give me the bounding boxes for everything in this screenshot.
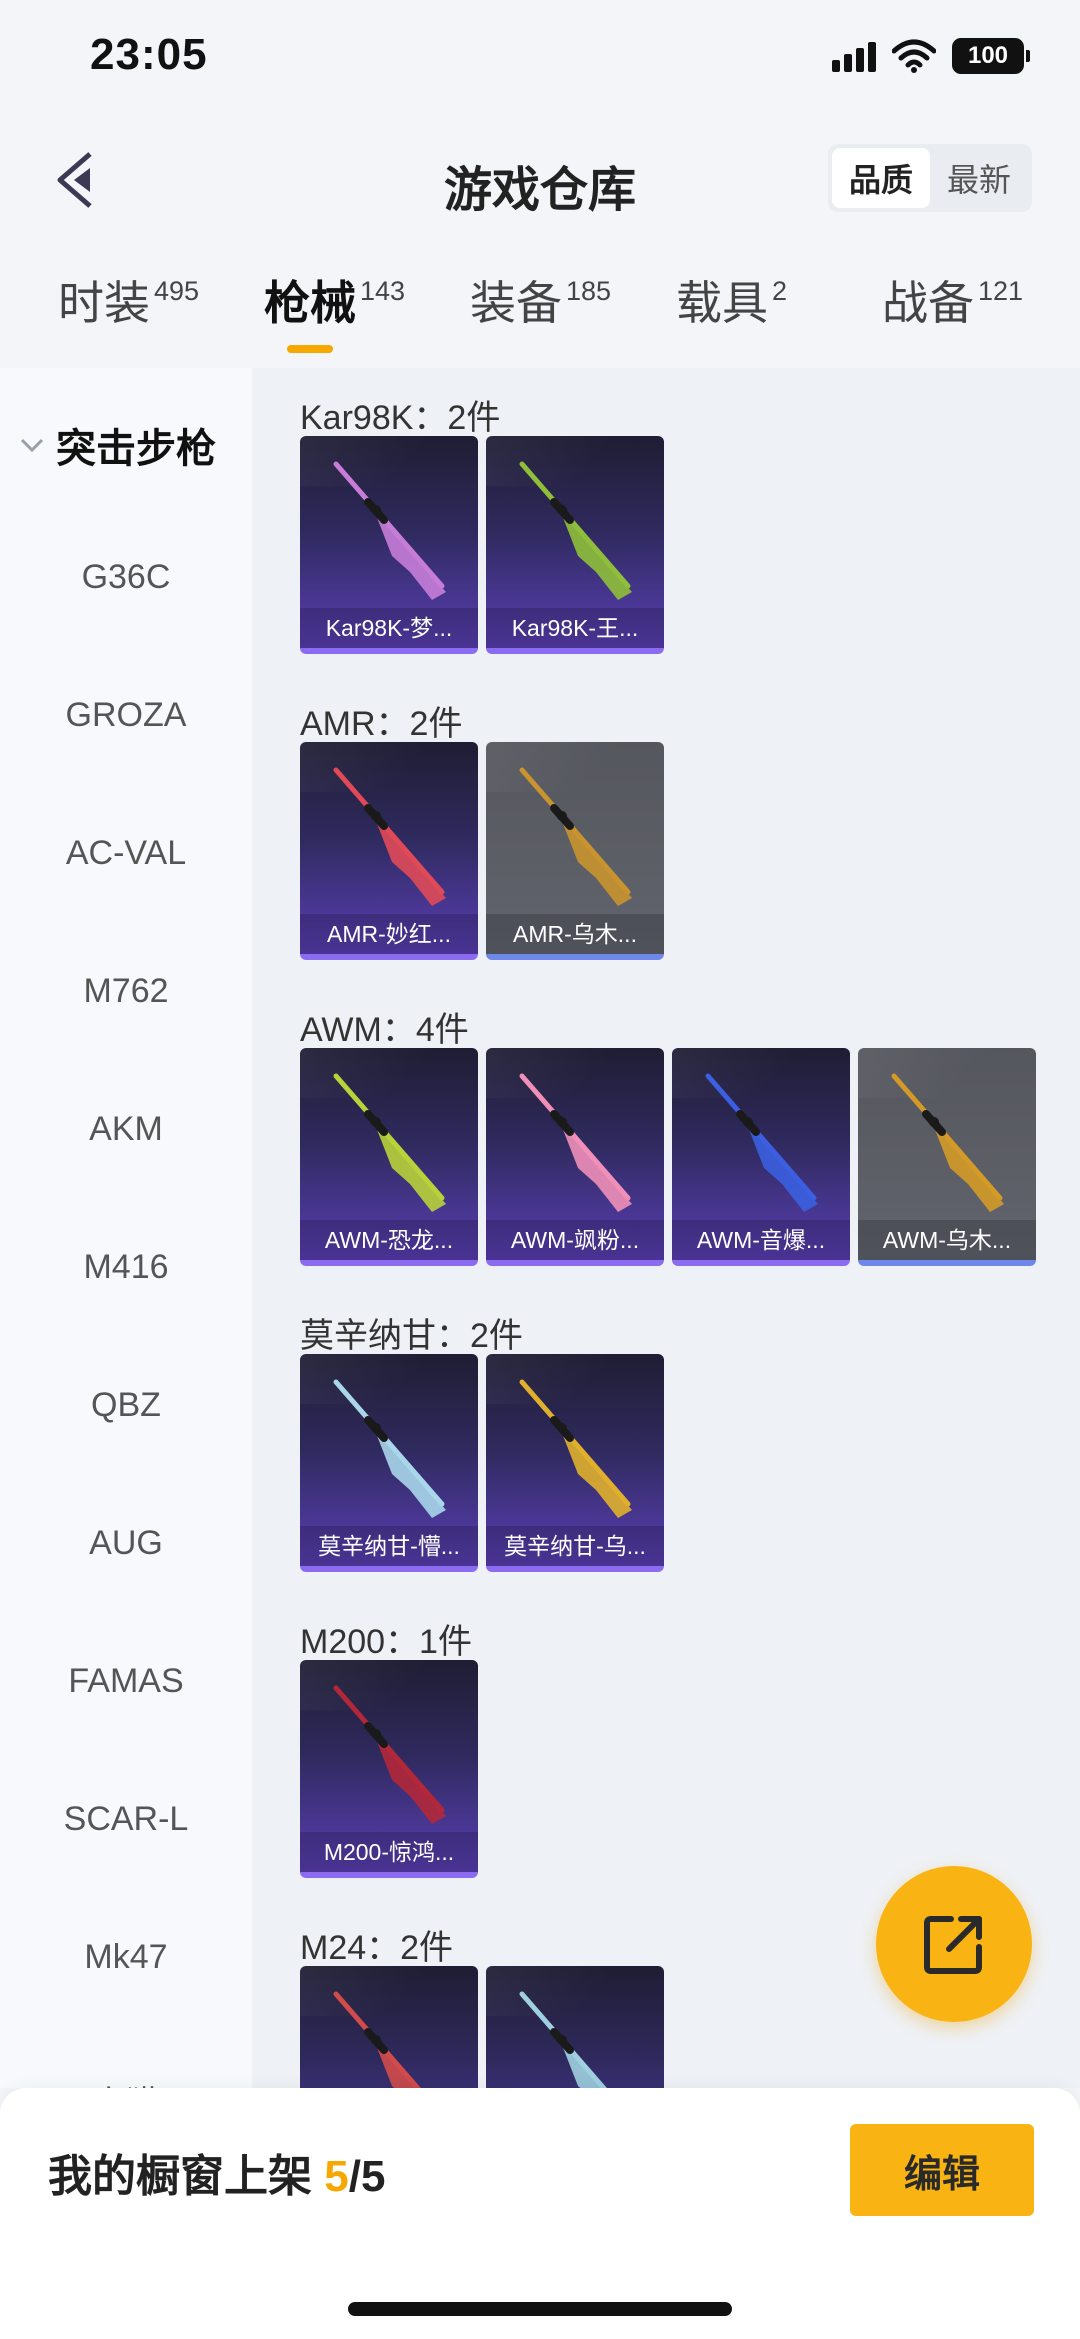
showcase-label: 我的橱窗上架	[48, 2152, 325, 2201]
sidebar-item-famas[interactable]: FAMAS	[0, 1662, 252, 1701]
group-title: M200：1件	[300, 1623, 472, 1661]
subcategory-header[interactable]: 突击步枪	[18, 416, 216, 474]
sidebar-item-akm[interactable]: AKM	[0, 1110, 252, 1149]
tab-count: 121	[978, 276, 1024, 306]
weapon-card[interactable]: AWM-音爆...	[672, 1048, 850, 1266]
group-title: M24：2件	[300, 1929, 454, 1967]
weapon-card[interactable]: Kar98K-梦...	[300, 436, 478, 654]
tab-label: 装备	[470, 277, 562, 329]
rifle-icon	[333, 1073, 446, 1212]
tab-label: 枪械	[264, 277, 356, 329]
signal-icon	[832, 40, 876, 72]
subcategory-header-label: 突击步枪	[56, 427, 216, 471]
weapon-card[interactable]: AMR-妙红...	[300, 742, 478, 960]
tab-label: 时装	[58, 277, 150, 329]
tab-equipment[interactable]: 装备 185	[470, 262, 611, 326]
weapon-card[interactable]	[486, 1966, 664, 2088]
weapon-card-name: AMR-妙红...	[300, 914, 478, 954]
weapon-card-name: AWM-恐龙...	[300, 1220, 478, 1260]
weapon-card-name: 莫辛纳甘-懵...	[300, 1526, 478, 1566]
tab-vehicles[interactable]: 载具 2	[676, 262, 787, 326]
sidebar-item-m416[interactable]: M416	[0, 1248, 252, 1287]
rifle-icon	[333, 1379, 446, 1518]
weapon-card[interactable]	[300, 1966, 478, 2088]
home-indicator	[348, 2302, 732, 2316]
nav-bar: 游戏仓库 品质 最新	[0, 130, 1080, 230]
weapon-card[interactable]: 莫辛纳甘-乌...	[486, 1354, 664, 1572]
rifle-icon	[333, 1685, 446, 1824]
chevron-down-icon	[20, 438, 44, 453]
weapon-card[interactable]: Kar98K-王...	[486, 436, 664, 654]
tab-label: 载具	[676, 277, 768, 329]
rifle-icon	[519, 1379, 632, 1518]
rifle-icon	[519, 767, 632, 906]
showcase-status: 我的橱窗上架 5/5	[48, 2140, 385, 2204]
tab-label: 战备	[882, 277, 974, 329]
showcase-total: /5	[348, 2152, 386, 2201]
weapon-grid: Kar98K：2件 Kar98K-梦... Kar98K-王... AMR：2件 AMR…	[252, 368, 1080, 2088]
edit-button[interactable]: 编辑	[850, 2124, 1034, 2216]
weapon-card-name: AMR-乌木...	[486, 914, 664, 954]
status-time: 23:05	[90, 30, 208, 79]
weapon-card-name: Kar98K-梦...	[300, 608, 478, 648]
rifle-icon	[519, 1073, 632, 1212]
battery-icon: 100	[952, 38, 1030, 74]
showcase-count: 5	[324, 2152, 349, 2201]
tab-fashion[interactable]: 时装 495	[58, 262, 199, 326]
category-tabs: 时装 495 枪械 143 装备 185 载具 2 战备 121	[0, 262, 1080, 362]
weapon-card-name: 莫辛纳甘-乌...	[486, 1526, 664, 1566]
rifle-icon	[705, 1073, 818, 1212]
group-title: Kar98K：2件	[300, 399, 501, 437]
tab-count: 185	[566, 276, 612, 306]
tab-supplies[interactable]: 战备 121	[882, 262, 1023, 326]
sort-toggle[interactable]: 品质 最新	[828, 144, 1032, 212]
weapon-card[interactable]: AWM-恐龙...	[300, 1048, 478, 1266]
bottom-bar: 我的橱窗上架 5/5 编辑	[0, 2088, 1080, 2339]
sidebar-item-honey-badger[interactable]: 蜜獾	[0, 2076, 252, 2088]
share-external-icon	[924, 1916, 982, 1974]
sidebar-item-groza[interactable]: GROZA	[0, 696, 252, 735]
weapon-card-name: AWM-音爆...	[672, 1220, 850, 1260]
rifle-icon	[891, 1073, 1004, 1212]
tab-count: 495	[154, 276, 200, 306]
group-title: AWM：4件	[300, 1011, 469, 1049]
rifle-icon	[333, 1991, 421, 2088]
sort-newest-option[interactable]: 最新	[930, 148, 1028, 208]
status-icons: 100	[832, 38, 1030, 74]
wifi-icon	[892, 39, 936, 73]
active-tab-indicator	[287, 345, 333, 353]
back-arrow-icon[interactable]	[52, 148, 100, 212]
weapon-card[interactable]: AWM-飒粉...	[486, 1048, 664, 1266]
weapon-card-name: AWM-乌木...	[858, 1220, 1036, 1260]
weapon-card[interactable]: AWM-乌木...	[858, 1048, 1036, 1266]
rifle-icon	[333, 767, 446, 906]
sidebar-item-m762[interactable]: M762	[0, 972, 252, 1011]
tab-weapons[interactable]: 枪械 143	[264, 262, 405, 326]
group-title: AMR：2件	[300, 705, 463, 743]
sidebar-item-scar-l[interactable]: SCAR-L	[0, 1800, 252, 1839]
sidebar-item-mk47[interactable]: Mk47	[0, 1938, 252, 1977]
sidebar-item-aug[interactable]: AUG	[0, 1524, 252, 1563]
weapon-card[interactable]: AMR-乌木...	[486, 742, 664, 960]
weapon-card-name: M200-惊鸿...	[300, 1832, 478, 1872]
weapon-card-name: AWM-飒粉...	[486, 1220, 664, 1260]
sort-quality-option[interactable]: 品质	[832, 148, 930, 208]
tab-count: 2	[772, 276, 788, 306]
tab-count: 143	[360, 276, 406, 306]
sidebar-item-qbz[interactable]: QBZ	[0, 1386, 252, 1425]
weapon-card-name: Kar98K-王...	[486, 608, 664, 648]
weapon-card[interactable]: M200-惊鸿...	[300, 1660, 478, 1878]
share-button[interactable]	[876, 1866, 1032, 2022]
rifle-icon	[519, 461, 632, 600]
rifle-icon	[333, 461, 446, 600]
sidebar-item-g36c[interactable]: G36C	[0, 558, 252, 597]
sidebar-item-ac-val[interactable]: AC-VAL	[0, 834, 252, 873]
subcategory-sidebar: 突击步枪 G36C GROZA AC-VAL M762 AKM M416 QBZ…	[0, 368, 252, 2088]
rifle-icon	[519, 1991, 607, 2088]
group-title: 莫辛纳甘：2件	[300, 1317, 523, 1355]
weapon-card[interactable]: 莫辛纳甘-懵...	[300, 1354, 478, 1572]
status-bar: 23:05 100	[0, 0, 1080, 120]
